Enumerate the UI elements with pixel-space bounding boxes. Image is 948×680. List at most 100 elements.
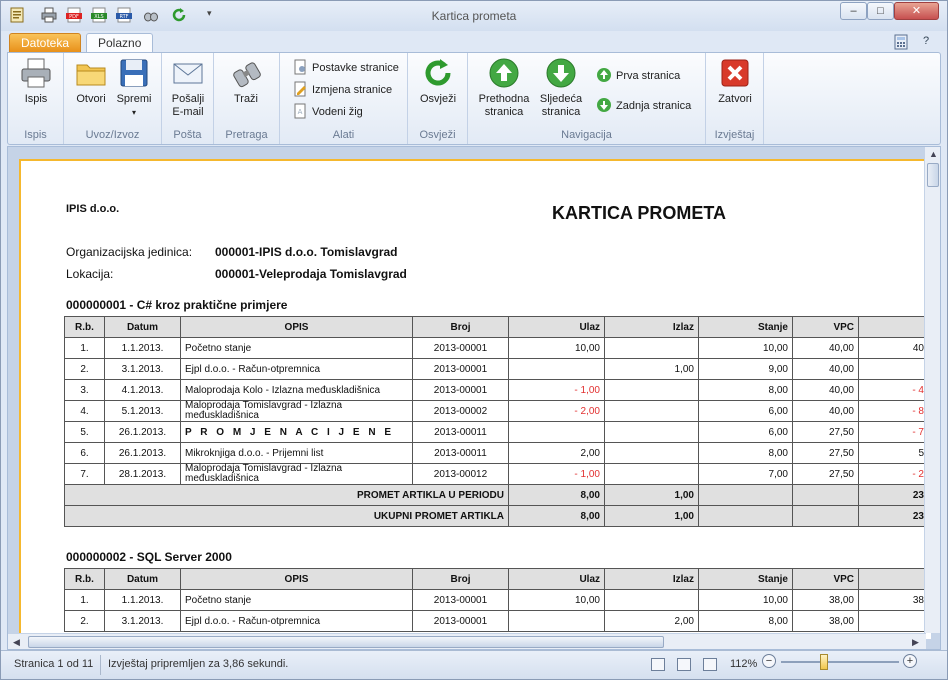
table-cell: P R O M J E N A C I J E N E: [180, 421, 413, 443]
zoom-slider-thumb[interactable]: [819, 654, 828, 670]
horizontal-scroll-thumb[interactable]: [28, 636, 664, 648]
column-header: Stanje: [698, 568, 793, 590]
column-header: Broj: [412, 316, 509, 338]
zoom-in-icon[interactable]: +: [903, 654, 917, 668]
previous-page-button[interactable]: Prethodna stranica: [476, 57, 532, 119]
table-cell: Maloprodaja Tomislavgrad - Izlazna međus…: [180, 463, 413, 485]
edit-page-button[interactable]: Izmjena stranice: [292, 81, 392, 98]
report-page: IPIS d.o.o. KARTICA PROMETA Organizacijs…: [19, 159, 931, 639]
table-cell: 10,00: [698, 337, 793, 359]
window-title: Kartica prometa: [431, 9, 517, 23]
table-cell: 5: [858, 442, 929, 464]
scroll-right-icon[interactable]: ▶: [912, 637, 919, 648]
table-cell: 10,00: [508, 589, 605, 611]
tab-home[interactable]: Polazno: [86, 33, 154, 53]
table-cell: Ejpl d.o.o. - Račun-otpremnica: [180, 358, 413, 380]
one-page-view-icon[interactable]: [651, 658, 665, 671]
first-page-button[interactable]: Prva stranica: [596, 67, 680, 84]
table-cell: 1.: [64, 589, 105, 611]
table-cell: 2013-00001: [412, 610, 509, 632]
table-cell: Maloprodaja Tomislavgrad - Izlazna međus…: [180, 400, 413, 422]
group-search: Traži Pretraga: [214, 53, 280, 144]
table-cell: 2.: [64, 358, 105, 380]
close-report-button[interactable]: Zatvori: [713, 57, 757, 106]
group-refresh: Osvježi Osvježi: [408, 53, 468, 144]
column-header: Datum: [104, 568, 181, 590]
close-window-button[interactable]: ✕: [894, 2, 939, 20]
last-page-button[interactable]: Zadnja stranica: [596, 97, 691, 114]
horizontal-scrollbar[interactable]: ◀ ▶: [8, 633, 926, 649]
report-viewer[interactable]: IPIS d.o.o. KARTICA PROMETA Organizacijs…: [7, 146, 941, 650]
vertical-scrollbar[interactable]: ▲: [924, 147, 940, 633]
vertical-scroll-thumb[interactable]: [927, 163, 939, 187]
group-label-search: Pretraga: [225, 129, 268, 141]
article-1-title: 000000001 - C# kroz praktične primjere: [66, 298, 288, 312]
column-header: Izlaz: [604, 568, 699, 590]
refresh-icon: [425, 59, 451, 86]
table-cell: [604, 442, 699, 464]
open-button[interactable]: Otvori: [71, 57, 111, 106]
summary-stanje: [698, 505, 793, 527]
maximize-button[interactable]: □: [867, 2, 894, 20]
table-cell: 2013-00002: [412, 400, 509, 422]
edit-page-icon: [294, 81, 306, 97]
column-header: Ulaz: [508, 316, 605, 338]
scroll-left-icon[interactable]: ◀: [13, 637, 20, 648]
table-row: 4. 5.1.2013. Maloprodaja Tomislavgrad - Iz…: [64, 400, 929, 422]
group-navigation: Prethodna stranica Sljedeća stranica Prva …: [468, 53, 706, 144]
table-cell: 26.1.2013.: [104, 442, 181, 464]
table-row: 3. 4.1.2013. Maloprodaja Kolo - Izlazna me…: [64, 379, 929, 401]
help-icon[interactable]: ?: [923, 35, 929, 47]
refresh-button[interactable]: Osvježi: [416, 57, 460, 106]
column-header: VPC: [792, 316, 859, 338]
table-cell: 6,00: [698, 421, 793, 443]
group-label-mail: Pošta: [173, 129, 202, 141]
watermark-button[interactable]: A Vodeni žig: [292, 103, 363, 120]
report-title: KARTICA PROMETA: [552, 203, 726, 223]
page-setup-button[interactable]: Postavke stranice: [292, 59, 399, 76]
table-cell: 7.: [64, 463, 105, 485]
tab-file[interactable]: Datoteka: [9, 33, 82, 53]
save-button[interactable]: Spremi ▾: [114, 57, 154, 119]
scroll-up-icon[interactable]: ▲: [929, 149, 938, 159]
article-2-title: 000000002 - SQL Server 2000: [66, 550, 232, 564]
table-cell: 5.: [64, 421, 105, 443]
group-label-print: Ispis: [24, 129, 47, 141]
calculator-icon[interactable]: [894, 34, 908, 50]
svg-text:A: A: [298, 108, 303, 116]
multi-page-view-icon[interactable]: [703, 658, 717, 671]
table-cell: 5.1.2013.: [104, 400, 181, 422]
org-label: Organizacijska jedinica:: [66, 245, 193, 259]
minimize-button[interactable]: –: [840, 2, 867, 20]
save-dropdown-icon[interactable]: ▾: [114, 106, 154, 119]
next-page-button[interactable]: Sljedeća stranica: [536, 57, 586, 119]
group-label-io: Uvoz/Izvoz: [85, 129, 140, 141]
table-cell: [604, 421, 699, 443]
table-cell: [604, 337, 699, 359]
table-cell: 27,50: [792, 442, 859, 464]
column-header: Broj: [412, 568, 509, 590]
watermark-icon: A: [294, 103, 306, 119]
table-cell: [858, 610, 929, 632]
table-cell: 38,00: [792, 610, 859, 632]
summary-vpc: [792, 484, 859, 506]
zoom-out-icon[interactable]: −: [762, 654, 776, 668]
two-page-view-icon[interactable]: [677, 658, 691, 671]
zoom-slider[interactable]: [781, 661, 899, 663]
table-cell: 26.1.2013.: [104, 421, 181, 443]
status-divider: [100, 655, 101, 675]
table-cell: 2013-00012: [412, 463, 509, 485]
column-header: Datum: [104, 316, 181, 338]
table-cell: 8,00: [698, 610, 793, 632]
column-header: R.b.: [64, 316, 105, 338]
summary-ulaz: 8,00: [508, 484, 605, 506]
send-email-button[interactable]: Pošalji E-mail: [166, 57, 210, 119]
table-cell: - 8: [858, 400, 929, 422]
group-print: Ispis Ispis: [8, 53, 64, 144]
search-button[interactable]: Traži: [226, 57, 266, 106]
table-row: 2. 3.1.2013. Ejpl d.o.o. - Račun-otpremnic…: [64, 358, 929, 380]
table-cell: 40,00: [792, 337, 859, 359]
location-value: 000001-Veleprodaja Tomislavgrad: [215, 267, 407, 281]
table-cell: [604, 589, 699, 611]
print-button[interactable]: Ispis: [14, 57, 58, 106]
